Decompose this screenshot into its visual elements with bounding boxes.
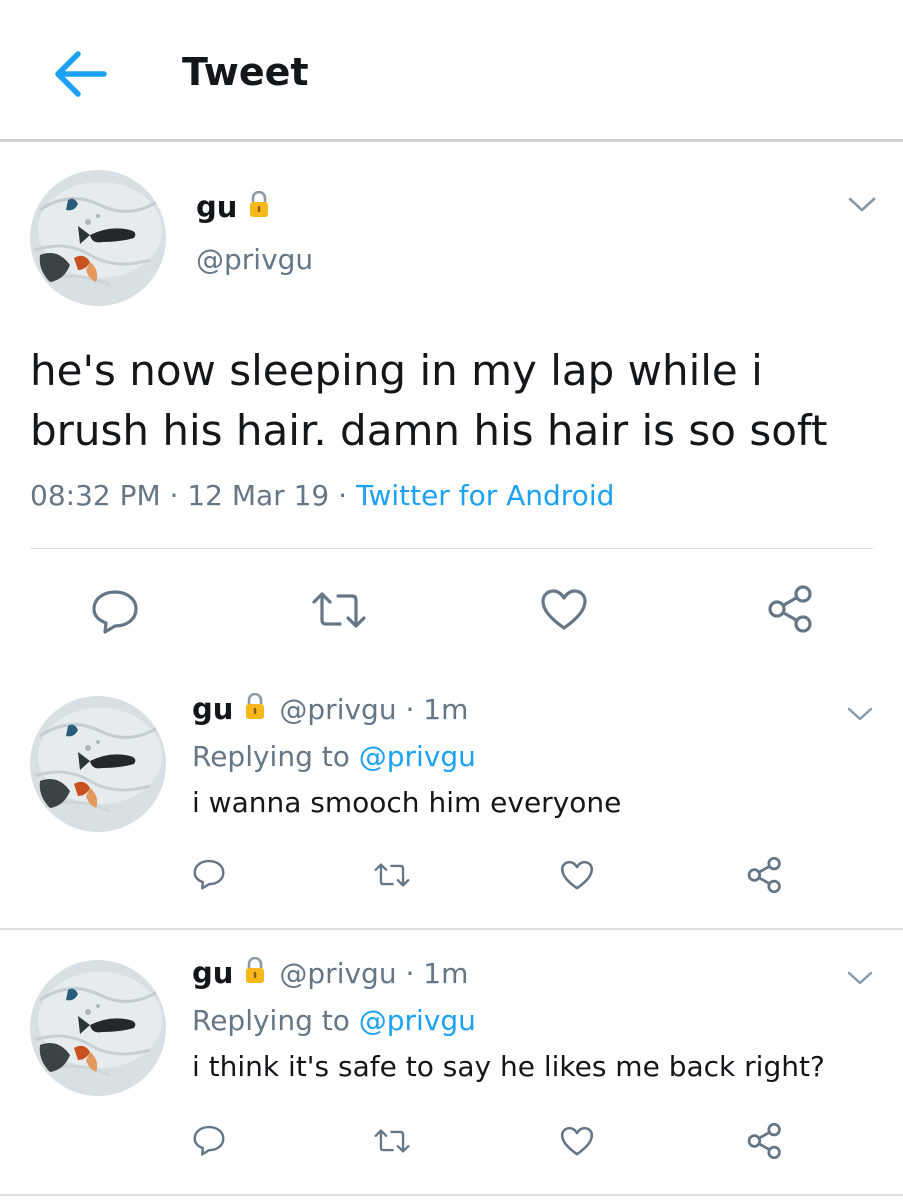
divider — [30, 548, 873, 549]
action-bar — [0, 856, 903, 896]
tweet-text: i think it's safe to say he likes me bac… — [192, 1050, 825, 1083]
share-icon — [747, 1122, 781, 1160]
tweet-date: 12 Mar 19 — [187, 479, 330, 512]
tweet-meta: 08:32 PM · 12 Mar 19 · Twitter for Andro… — [30, 479, 614, 512]
meta-separator: · — [338, 479, 348, 512]
main-tweet: gu @privgu he's now sleeping in my lap w… — [0, 145, 903, 670]
tweet-time: 08:32 PM — [30, 479, 161, 512]
reply-button[interactable] — [192, 858, 226, 894]
tweet-menu-button[interactable] — [846, 970, 874, 992]
replying-to: Replying to @privgu — [192, 740, 476, 773]
retweet-icon — [374, 1129, 410, 1153]
like-button[interactable] — [560, 860, 594, 895]
chevron-down-icon — [847, 707, 873, 721]
replying-to: Replying to @privgu — [192, 1004, 476, 1037]
back-button[interactable] — [48, 44, 112, 104]
divider — [0, 928, 903, 930]
mention-link[interactable]: @privgu — [359, 1004, 476, 1037]
author-handle[interactable]: @privgu — [196, 243, 313, 276]
share-icon — [768, 585, 812, 633]
tweet-menu-button[interactable] — [846, 706, 874, 728]
mention-link[interactable]: @privgu — [359, 740, 476, 773]
like-button[interactable] — [560, 1126, 594, 1161]
avatar[interactable] — [30, 696, 166, 832]
author-row: gu — [196, 190, 271, 224]
avatar[interactable] — [30, 170, 166, 306]
share-button[interactable] — [745, 856, 785, 898]
heart-icon — [560, 860, 594, 890]
author-handle[interactable]: @privgu · 1m — [279, 957, 468, 990]
action-bar — [0, 580, 903, 640]
tweet-text: he's now sleeping in my lap while i brus… — [30, 346, 828, 455]
author-row: gu @privgu · 1m — [192, 956, 468, 990]
lock-icon — [247, 190, 271, 223]
meta-separator: · — [169, 479, 179, 512]
share-button[interactable] — [745, 1122, 785, 1164]
reply-tweet[interactable]: gu @privgu · 1m Replying to @privgu i th… — [0, 932, 903, 1200]
like-button[interactable] — [540, 588, 588, 636]
retweet-icon — [312, 592, 366, 628]
reply-button[interactable] — [90, 588, 140, 638]
author-name[interactable]: gu — [192, 956, 233, 990]
share-icon — [747, 856, 781, 894]
avatar[interactable] — [30, 960, 166, 1096]
reply-icon — [193, 1125, 225, 1156]
author-name[interactable]: gu — [192, 692, 233, 726]
reply-icon — [193, 859, 225, 890]
tweet-menu-button[interactable] — [846, 195, 878, 219]
reply-tweet[interactable]: gu @privgu · 1m Replying to @privgu i wa… — [0, 670, 903, 930]
heart-icon — [541, 589, 587, 630]
retweet-button[interactable] — [373, 1128, 411, 1158]
top-bar: Tweet — [0, 0, 903, 142]
replying-prefix: Replying to — [192, 740, 359, 773]
share-button[interactable] — [765, 584, 817, 638]
retweet-button[interactable] — [310, 590, 368, 634]
author-name[interactable]: gu — [196, 190, 237, 224]
action-bar — [0, 1122, 903, 1162]
divider — [0, 1194, 903, 1196]
page-title: Tweet — [182, 50, 309, 94]
chevron-down-icon — [847, 971, 873, 985]
chevron-down-icon — [848, 197, 876, 212]
lock-icon — [243, 956, 267, 989]
author-row: gu @privgu · 1m — [192, 692, 468, 726]
tweet-source-link[interactable]: Twitter for Android — [356, 479, 614, 512]
reply-button[interactable] — [192, 1124, 226, 1160]
arrow-left-icon — [55, 51, 107, 97]
tweet-text: i wanna smooch him everyone — [192, 786, 622, 819]
author-handle[interactable]: @privgu · 1m — [279, 693, 468, 726]
replying-prefix: Replying to — [192, 1004, 359, 1037]
reply-icon — [92, 590, 138, 634]
retweet-icon — [374, 863, 410, 887]
heart-icon — [560, 1126, 594, 1156]
retweet-button[interactable] — [373, 862, 411, 892]
lock-icon — [243, 692, 267, 725]
